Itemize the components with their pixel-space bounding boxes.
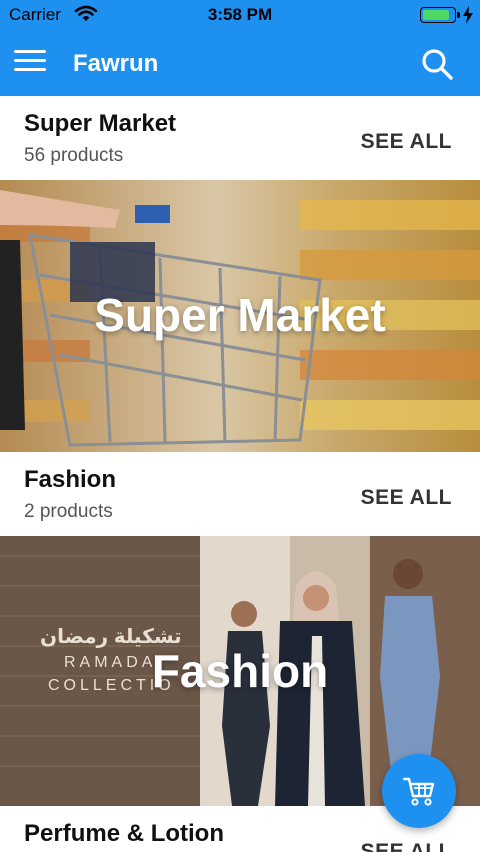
category-name: Perfume & Lotion [24,820,225,847]
category-count: 2 products [24,501,113,522]
banner-label: Super Market [94,289,386,341]
status-bar: Carrier 3:58 PM [0,0,480,30]
category-count: 56 products [24,145,124,166]
banner-label: Fashion [151,645,329,697]
search-icon[interactable] [420,47,454,81]
hamburger-menu-icon[interactable] [14,50,46,76]
app-bar: Fawrun [0,30,480,96]
shopping-cart-icon [403,777,435,806]
see-all-button[interactable]: SEE ALL [361,486,452,510]
battery-icon [420,7,460,23]
clock: 3:58 PM [207,5,273,24]
cart-button[interactable] [382,754,456,828]
see-all-button[interactable]: SEE ALL [361,130,452,154]
category-name: Super Market [24,110,177,137]
category-name: Fashion [24,466,117,493]
charging-bolt-icon [462,5,474,30]
see-all-button[interactable]: SEE ALL [361,840,452,852]
category-banner-super-market[interactable]: Super Market [0,180,480,452]
category-header-fashion: Fashion 2 products SEE ALL [0,452,480,536]
category-header-super-market: Super Market 56 products SEE ALL [0,96,480,180]
app-title: Fawrun [73,50,159,77]
